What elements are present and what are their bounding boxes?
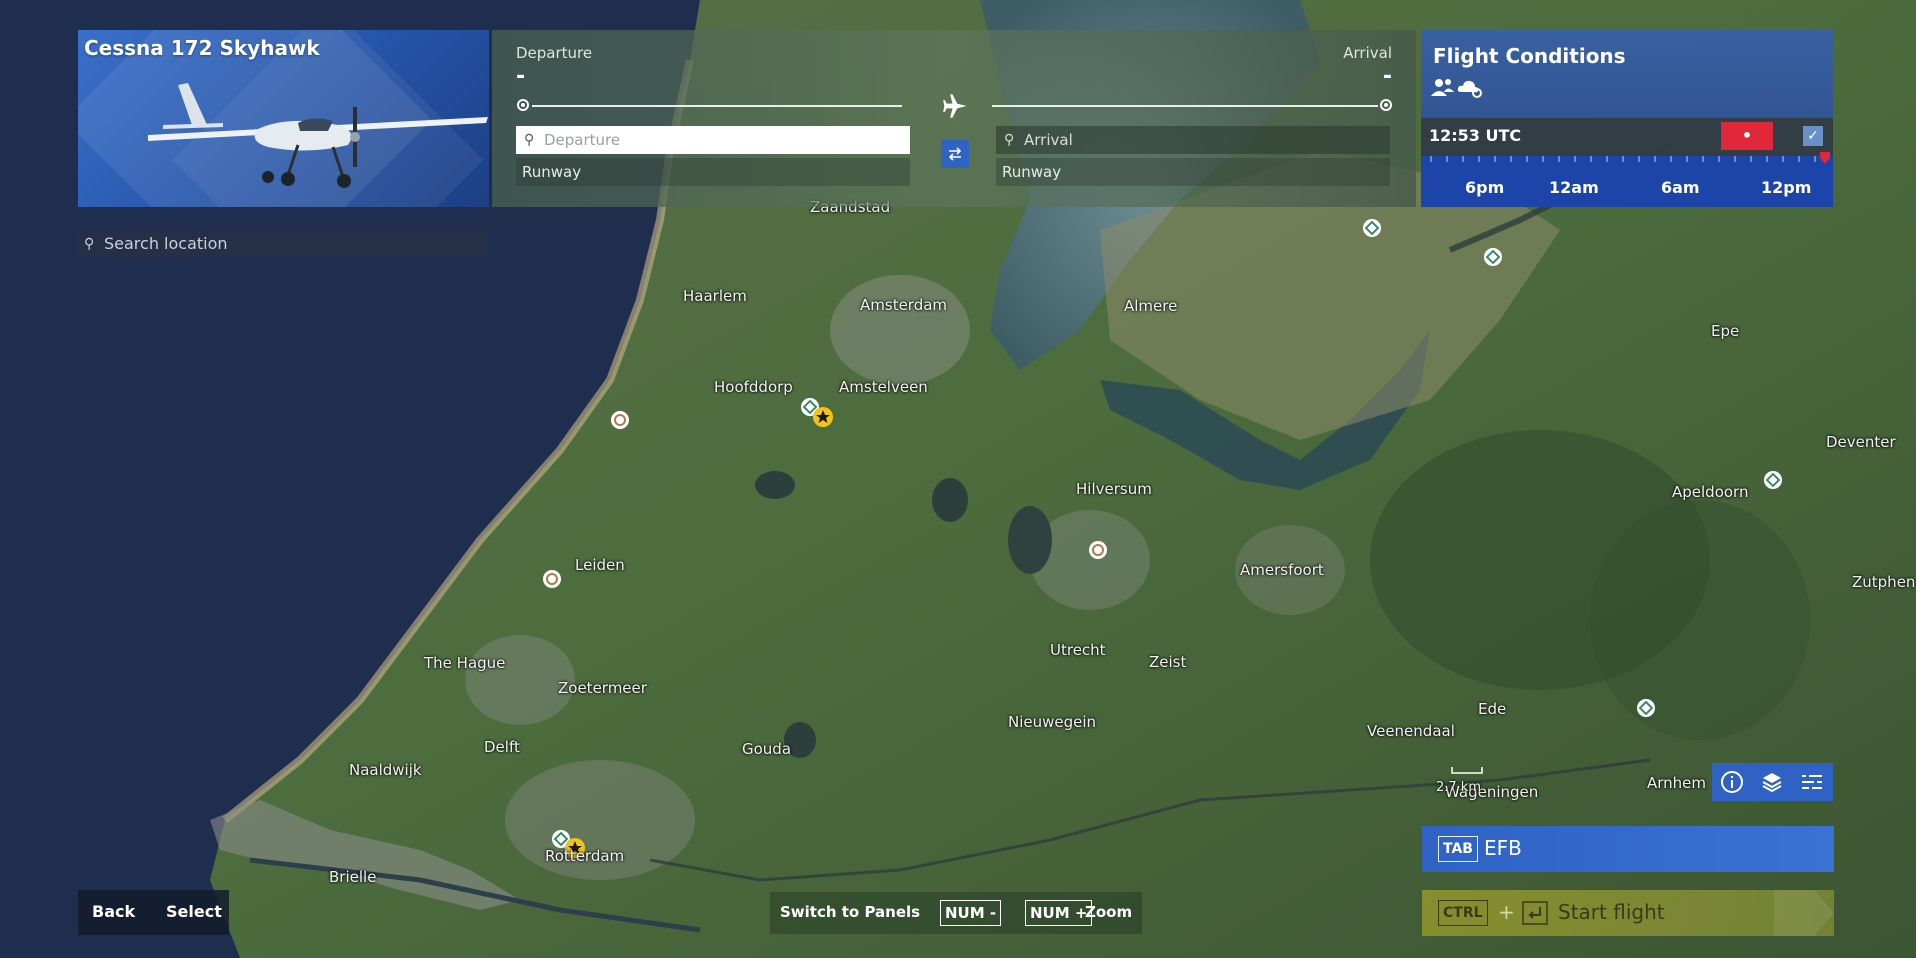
city-label: Haarlem bbox=[683, 287, 747, 305]
departure-point bbox=[517, 99, 529, 111]
airport-icon[interactable] bbox=[542, 569, 562, 589]
filter-icon bbox=[1802, 774, 1822, 790]
city-label: Hilversum bbox=[1076, 480, 1152, 498]
city-label: Zeist bbox=[1149, 653, 1187, 671]
city-label: Almere bbox=[1124, 297, 1178, 315]
aircraft-card[interactable]: Cessna 172 Skyhawk bbox=[78, 30, 489, 207]
flight-conditions-title: Flight Conditions bbox=[1433, 44, 1626, 68]
search-icon: ⚲ bbox=[84, 236, 95, 252]
timeline-hour: 12am bbox=[1549, 178, 1599, 197]
arrival-value: - bbox=[1382, 64, 1392, 89]
plane-icon bbox=[943, 94, 967, 118]
arrival-point bbox=[1380, 99, 1392, 111]
enter-key-icon bbox=[1522, 901, 1548, 925]
airport-icon[interactable] bbox=[610, 410, 630, 430]
layers-icon bbox=[1762, 773, 1782, 793]
back-button[interactable]: Back bbox=[92, 902, 135, 921]
time-of-day-slider[interactable]: 6pm 12am 6am 12pm bbox=[1421, 152, 1833, 207]
search-location-input[interactable]: ⚲ Search location bbox=[78, 230, 488, 258]
efb-label: EFB bbox=[1484, 836, 1522, 860]
back-select-bar: Back Select bbox=[78, 890, 229, 935]
layers-button[interactable] bbox=[1752, 763, 1792, 801]
city-label: Nieuwegein bbox=[1008, 713, 1097, 731]
arrival-label: Arrival bbox=[1343, 44, 1392, 62]
map-tools bbox=[1712, 763, 1833, 801]
city-label: The Hague bbox=[424, 654, 506, 672]
city-label: Apeldoorn bbox=[1672, 483, 1749, 501]
city-label: Zutphen bbox=[1852, 573, 1916, 591]
city-label: Epe bbox=[1711, 322, 1740, 340]
search-icon: ⚲ bbox=[524, 132, 535, 148]
start-arrow-decoration bbox=[1774, 890, 1834, 936]
arrival-runway-select[interactable]: Runway bbox=[996, 158, 1390, 186]
aircraft-image bbox=[148, 83, 488, 188]
switch-panels-hint[interactable]: Switch to Panels bbox=[780, 903, 920, 921]
city-label: Brielle bbox=[329, 868, 377, 886]
start-flight-button[interactable]: CTRL + Start flight bbox=[1422, 890, 1834, 936]
search-placeholder: Search location bbox=[104, 234, 228, 253]
airport-icon[interactable] bbox=[1763, 470, 1783, 490]
city-label: Naaldwijk bbox=[349, 761, 422, 779]
map-scale-label: 2.7 km bbox=[1436, 780, 1481, 795]
route-track-left bbox=[532, 105, 902, 107]
aircraft-name: Cessna 172 Skyhawk bbox=[84, 36, 320, 60]
airport-icon[interactable] bbox=[1088, 540, 1108, 560]
time-display: 12:53 UTC bbox=[1429, 126, 1522, 145]
city-label: Rotterdam bbox=[545, 847, 625, 865]
city-label: Amsterdam bbox=[860, 296, 948, 314]
timeline-hour: 6am bbox=[1661, 178, 1700, 197]
efb-button[interactable]: TAB EFB bbox=[1422, 826, 1834, 872]
flight-conditions-panel[interactable]: Flight Conditions 12:53 UTC • Live ✓ 6pm… bbox=[1421, 30, 1833, 207]
airport-icon[interactable] bbox=[1362, 218, 1382, 238]
city-label: Amstelveen bbox=[839, 378, 928, 396]
departure-placeholder: Departure bbox=[544, 131, 621, 149]
departure-label: Departure bbox=[516, 44, 593, 62]
swap-button[interactable] bbox=[941, 140, 969, 168]
flight-plan-panel: Departure Arrival - - ⚲ Departure ⚲ Arri… bbox=[492, 30, 1416, 207]
controls-hint: Switch to Panels NUM - NUM + Zoom bbox=[770, 892, 1142, 934]
departure-input[interactable]: ⚲ Departure bbox=[516, 126, 910, 154]
city-label: Deventer bbox=[1826, 433, 1896, 451]
checkmark-icon[interactable]: ✓ bbox=[1803, 126, 1823, 146]
timeline-hour: 12pm bbox=[1761, 178, 1812, 197]
swap-icon bbox=[948, 147, 962, 161]
plus-sign: + bbox=[1498, 900, 1515, 924]
tab-key: TAB bbox=[1438, 836, 1478, 862]
num-plus-key[interactable]: NUM + bbox=[1025, 900, 1093, 926]
departure-runway-select[interactable]: Runway bbox=[516, 158, 910, 186]
route-track-right bbox=[992, 105, 1378, 107]
info-button[interactable] bbox=[1712, 763, 1752, 801]
filter-button[interactable] bbox=[1792, 763, 1832, 801]
city-label: Delft bbox=[484, 738, 520, 756]
live-toggle[interactable]: • Live bbox=[1721, 122, 1773, 173]
start-flight-label: Start flight bbox=[1558, 900, 1665, 924]
departure-value: - bbox=[516, 64, 526, 89]
info-icon bbox=[1721, 771, 1743, 793]
time-marker[interactable] bbox=[1818, 152, 1832, 166]
city-label: Leiden bbox=[575, 556, 625, 574]
city-label: Veenendaal bbox=[1367, 722, 1455, 740]
time-bar: 12:53 UTC • Live ✓ bbox=[1421, 118, 1833, 173]
ctrl-key: CTRL bbox=[1438, 900, 1488, 926]
zoom-label: Zoom bbox=[1085, 903, 1133, 921]
favorite-star-icon[interactable] bbox=[812, 406, 834, 428]
select-button[interactable]: Select bbox=[166, 902, 222, 921]
timeline-ticks bbox=[1430, 156, 1816, 162]
city-label: Arnhem bbox=[1647, 774, 1707, 792]
city-label: Utrecht bbox=[1050, 641, 1106, 659]
arrival-placeholder: Arrival bbox=[1024, 131, 1073, 149]
city-label: Gouda bbox=[742, 740, 792, 758]
city-label: Ede bbox=[1478, 700, 1507, 718]
multiplayer-icon[interactable] bbox=[1431, 76, 1455, 98]
num-minus-key[interactable]: NUM - bbox=[940, 900, 1002, 926]
search-icon: ⚲ bbox=[1004, 132, 1015, 148]
arrival-input[interactable]: ⚲ Arrival bbox=[996, 126, 1390, 154]
weather-settings-icon[interactable] bbox=[1457, 76, 1483, 98]
timeline-hour: 6pm bbox=[1465, 178, 1505, 197]
city-label: Amersfoort bbox=[1240, 561, 1324, 579]
airport-icon[interactable] bbox=[1636, 698, 1656, 718]
city-label: Zoetermeer bbox=[558, 679, 647, 697]
city-label: Hoofddorp bbox=[714, 378, 793, 396]
airport-icon[interactable] bbox=[1483, 247, 1503, 267]
